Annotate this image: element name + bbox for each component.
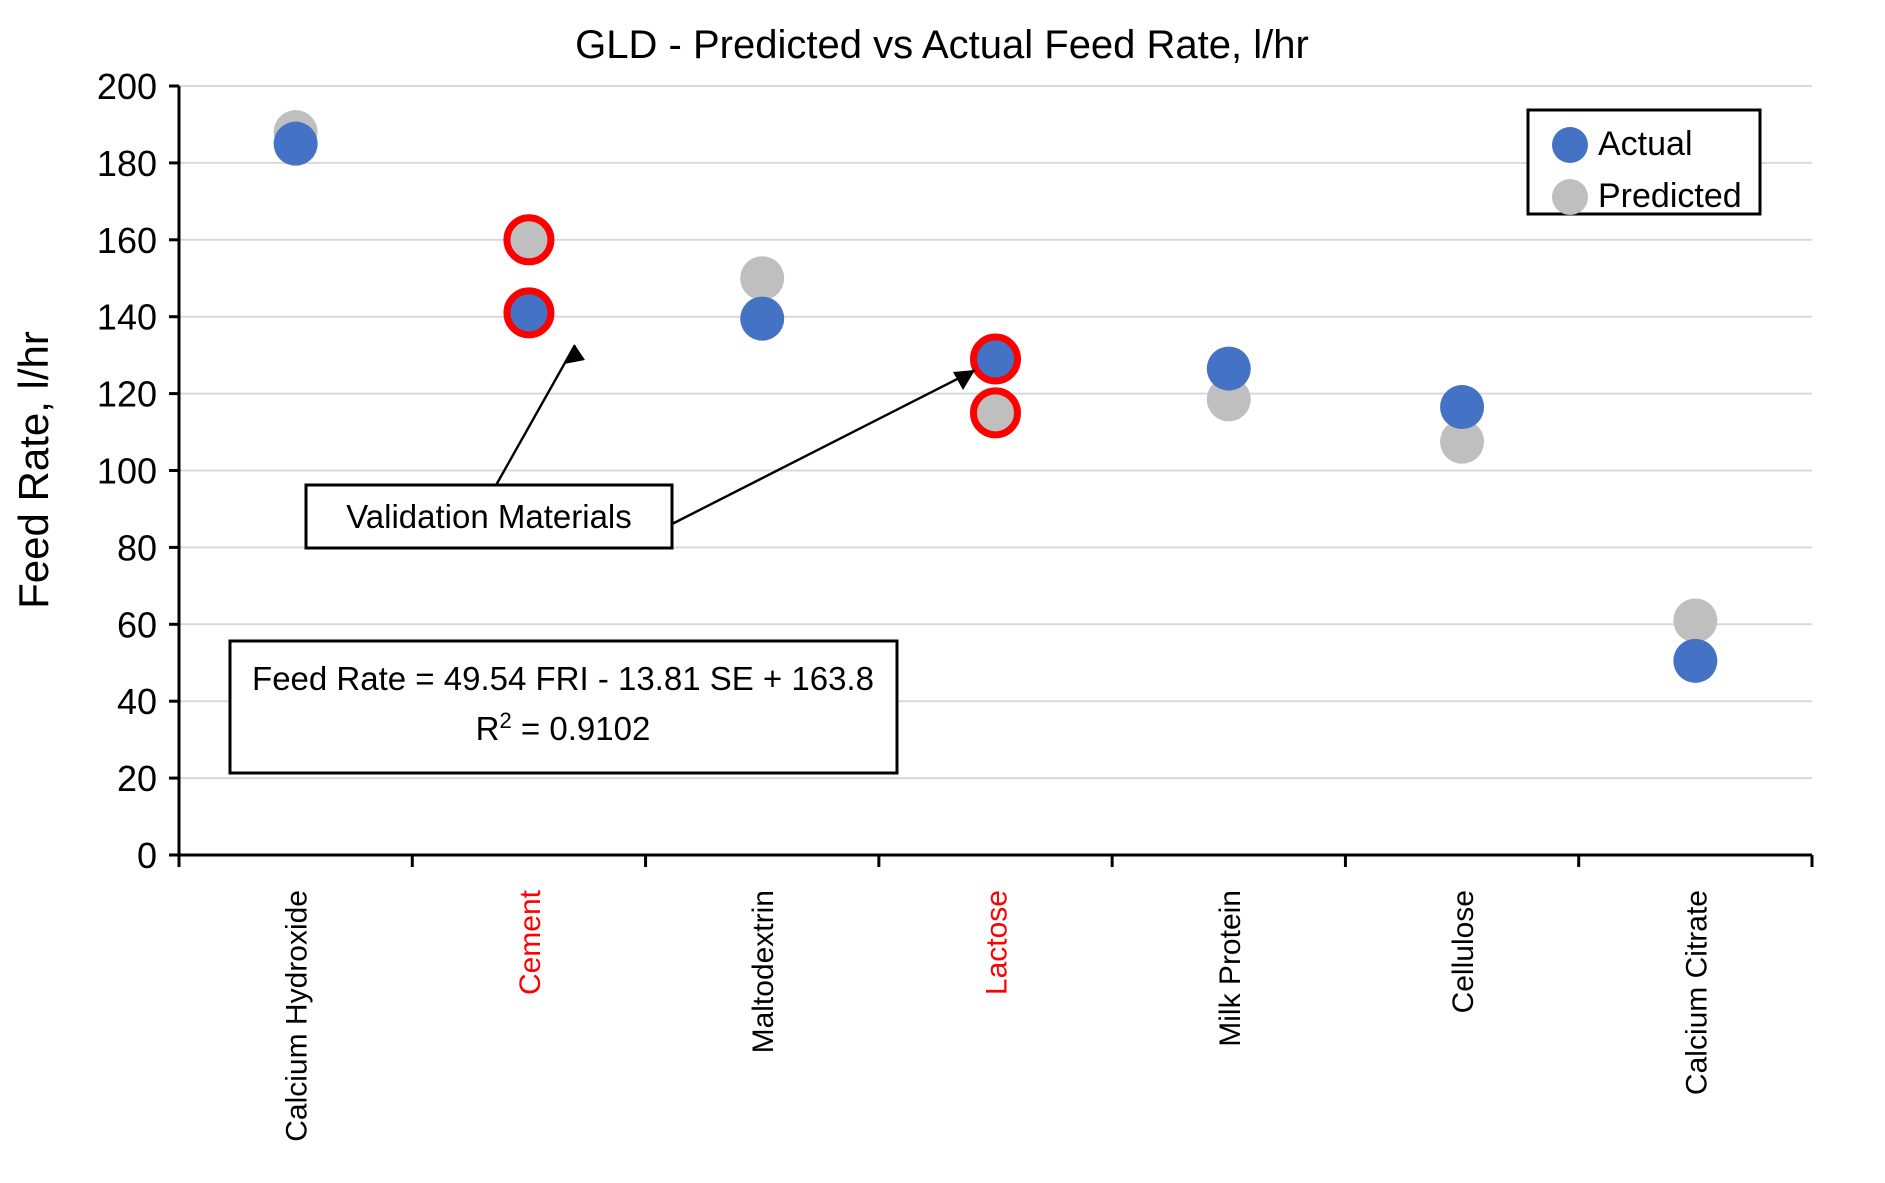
x-axis-tick-marks [177,855,1814,867]
x-axis-category-label: Maltodextrin [747,890,780,1053]
data-point-actual [1440,385,1485,430]
equation-line-1: Feed Rate = 49.54 FRI - 13.81 SE + 163.8 [252,660,874,697]
chart-container: GLD - Predicted vs Actual Feed Rate, l/h… [0,0,1885,1183]
annotation-label: Validation Materials [346,498,632,535]
chart-legend: Actual Predicted [1526,108,1762,216]
y-tick-label: 180 [97,143,157,184]
y-tick-label: 80 [117,527,157,568]
y-tick-label: 200 [97,66,157,107]
data-point-actual [1673,638,1718,683]
data-point-predicted [503,214,555,266]
r-squared-prefix: R [476,710,500,747]
y-tick-label: 140 [97,297,157,338]
y-tick-label: 120 [97,374,157,415]
x-axis-category-label: Milk Protein [1214,890,1247,1047]
r-squared-superscript: 2 [500,708,512,733]
data-point-actual [970,333,1021,385]
y-tick-label: 20 [117,758,157,799]
legend-marker-actual [1552,127,1588,163]
y-axis-title: Feed Rate, l/hr [10,331,57,609]
data-points [273,110,1718,683]
x-axis-category-label: Cement [514,889,547,995]
x-axis-category-labels: Calcium Hydroxide Cement Maltodextrin Lacto… [281,889,1714,1141]
data-point-predicted [970,387,1021,439]
x-axis-category-label: Cellulose [1447,890,1480,1013]
equation-box: Feed Rate = 49.54 FRI - 13.81 SE + 163.8… [228,639,899,775]
data-point-actual [503,287,555,339]
y-tick-label: 100 [97,451,157,492]
x-axis-category-label: Lactose [981,890,1014,995]
y-axis-tick-labels: 0 20 40 60 80 100 120 140 160 180 200 [97,66,179,876]
x-axis-category-label: Calcium Hydroxide [281,890,314,1142]
y-tick-label: 60 [117,604,157,645]
legend-label-actual: Actual [1598,125,1693,163]
r-squared-value: = 0.9102 [512,710,651,747]
feed-rate-scatter-chart: GLD - Predicted vs Actual Feed Rate, l/h… [10,23,1814,1142]
y-tick-label: 0 [137,835,157,876]
data-point-predicted [740,256,785,301]
x-axis-category-label: Calcium Citrate [1680,890,1713,1095]
y-tick-label: 160 [97,220,157,261]
legend-marker-predicted [1552,179,1588,215]
chart-title: GLD - Predicted vs Actual Feed Rate, l/h… [575,23,1309,67]
data-point-actual [273,121,318,166]
data-point-actual [740,296,785,341]
legend-label-predicted: Predicted [1598,177,1742,215]
leader-line-cement [493,344,577,488]
data-point-actual [1206,346,1251,391]
validation-annotation-box: Validation Materials [304,483,674,550]
data-point-predicted [1673,598,1718,643]
y-tick-label: 40 [117,681,157,722]
arrowhead-cement [564,345,585,364]
